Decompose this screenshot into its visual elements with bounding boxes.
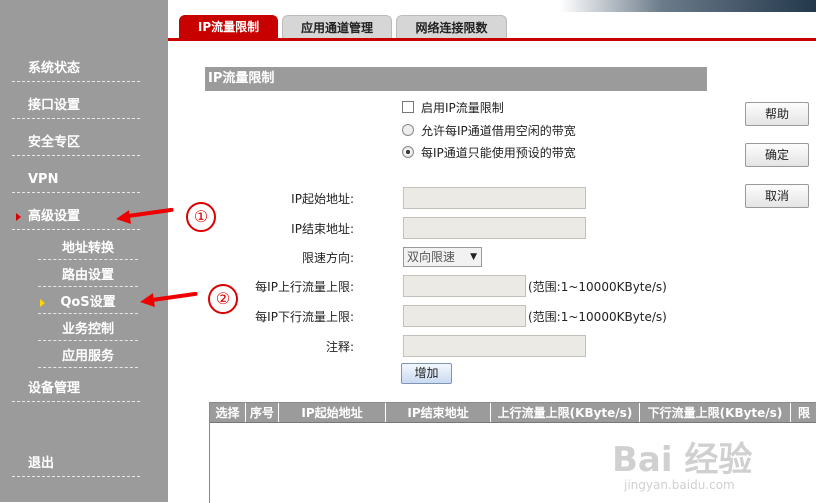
- tab-label: IP流量限制: [197, 20, 260, 34]
- sidebar-item-label: 安全专区: [28, 135, 81, 150]
- sidebar-item-label: 系统状态: [28, 61, 81, 76]
- direction-select[interactable]: 双向限速 ▼: [403, 247, 482, 267]
- enable-limit-checkbox[interactable]: [402, 101, 414, 113]
- active-arrow-icon: [16, 213, 21, 221]
- direction-select-value: 双向限速: [407, 250, 456, 264]
- sidebar-subitem-label: 应用服务: [61, 349, 114, 364]
- annotation-marker-2: ②: [208, 284, 238, 314]
- end-ip-input[interactable]: [403, 217, 586, 239]
- table-header-up-limit: 上行流量上限(KByte/s): [491, 403, 640, 422]
- table-header-limit: 限: [797, 406, 810, 420]
- ok-button[interactable]: 确定: [745, 143, 809, 167]
- sidebar-item-vpn[interactable]: VPN: [12, 171, 140, 193]
- chevron-down-icon: ▼: [470, 252, 477, 262]
- end-ip-label: IP结束地址:: [291, 222, 354, 236]
- sidebar-subitem-label: 路由设置: [61, 268, 114, 283]
- sidebar-item-interface[interactable]: 接口设置: [12, 97, 140, 119]
- panel-title-text: IP流量限制: [208, 71, 275, 86]
- sidebar-item-security[interactable]: 安全专区: [12, 134, 140, 156]
- sidebar-item-logout[interactable]: 退出: [12, 455, 140, 477]
- table-header-row: 选择 序号 IP起始地址 IP结束地址 上行流量上限(KByte/s) 下行流量…: [210, 403, 816, 423]
- cancel-button[interactable]: 取消: [745, 184, 809, 208]
- sidebar-item-label: 设备管理: [28, 381, 81, 396]
- help-button[interactable]: 帮助: [745, 102, 809, 126]
- tab-connection-limit[interactable]: 网络连接限数: [396, 15, 507, 39]
- direction-label: 限速方向:: [301, 251, 354, 265]
- tab-app-channel[interactable]: 应用通道管理: [282, 15, 392, 39]
- note-input[interactable]: [403, 335, 586, 357]
- annotation-arrow-1-icon: [115, 210, 131, 226]
- sidebar-item-label: 高级设置: [28, 209, 81, 224]
- sidebar-item-label: 退出: [28, 456, 55, 471]
- sidebar-subitem-qos[interactable]: QoS设置: [38, 294, 138, 314]
- sidebar-item-label: VPN: [28, 172, 59, 187]
- table-header-index: 序号: [246, 403, 279, 422]
- down-limit-label: 每IP下行流量上限:: [255, 310, 354, 324]
- sidebar-item-system-status[interactable]: 系统状态: [12, 60, 140, 82]
- sidebar-subitem-label: 业务控制: [61, 322, 114, 337]
- tab-label: 网络连接限数: [415, 21, 488, 35]
- start-ip-input[interactable]: [403, 187, 586, 209]
- sidebar-subitem-nat[interactable]: 地址转换: [38, 240, 138, 260]
- sidebar-item-device-management[interactable]: 设备管理: [12, 380, 140, 402]
- up-limit-label: 每IP上行流量上限:: [255, 280, 354, 294]
- sidebar-subitem-routing[interactable]: 路由设置: [38, 267, 138, 287]
- sidebar-subitem-label: 地址转换: [61, 241, 114, 256]
- table-header-select: 选择: [210, 403, 246, 422]
- note-label: 注释:: [325, 340, 354, 354]
- watermark-logo-text: Bai 经验: [612, 440, 753, 480]
- start-ip-label: IP起始地址:: [291, 192, 354, 206]
- panel-title: IP流量限制: [205, 67, 707, 91]
- sidebar-subitem-app-service[interactable]: 应用服务: [38, 348, 138, 368]
- borrow-bandwidth-radio[interactable]: [402, 124, 414, 136]
- add-button[interactable]: 增加: [401, 363, 452, 384]
- borrow-bandwidth-label: 允许每IP通道借用空闲的带宽: [421, 124, 576, 138]
- down-limit-hint: (范围:1~10000KByte/s): [528, 310, 667, 324]
- up-limit-input[interactable]: [403, 275, 526, 297]
- active-arrow-icon: [40, 299, 45, 307]
- down-limit-input[interactable]: [403, 305, 526, 327]
- sidebar-subitem-service-control[interactable]: 业务控制: [38, 321, 138, 341]
- annotation-marker-1: ①: [186, 202, 216, 232]
- enable-limit-label: 启用IP流量限制: [421, 101, 504, 115]
- watermark: Bai 经验 jingyan.baidu.com: [612, 432, 812, 502]
- annotation-arrow-2-icon: [139, 293, 155, 309]
- tab-underline: [168, 38, 816, 41]
- banner-artwork: [560, 0, 816, 12]
- table-header-end-ip: IP结束地址: [386, 403, 491, 422]
- watermark-url: jingyan.baidu.com: [624, 478, 735, 492]
- table-header-start-ip: IP起始地址: [279, 403, 386, 422]
- sidebar: 系统状态 接口设置 安全专区 VPN 高级设置 地址转换 路由设置 QoS设置 …: [0, 0, 168, 502]
- preset-bandwidth-radio[interactable]: [402, 146, 414, 158]
- tab-ip-traffic-limit[interactable]: IP流量限制: [179, 15, 278, 38]
- sidebar-subitem-label: QoS设置: [60, 295, 116, 310]
- sidebar-item-label: 接口设置: [28, 98, 81, 113]
- tab-label: 应用通道管理: [300, 21, 373, 35]
- up-limit-hint: (范围:1~10000KByte/s): [528, 280, 667, 294]
- table-header-down-limit: 下行流量上限(KByte/s): [640, 403, 791, 422]
- preset-bandwidth-label: 每IP通道只能使用预设的带宽: [421, 146, 576, 160]
